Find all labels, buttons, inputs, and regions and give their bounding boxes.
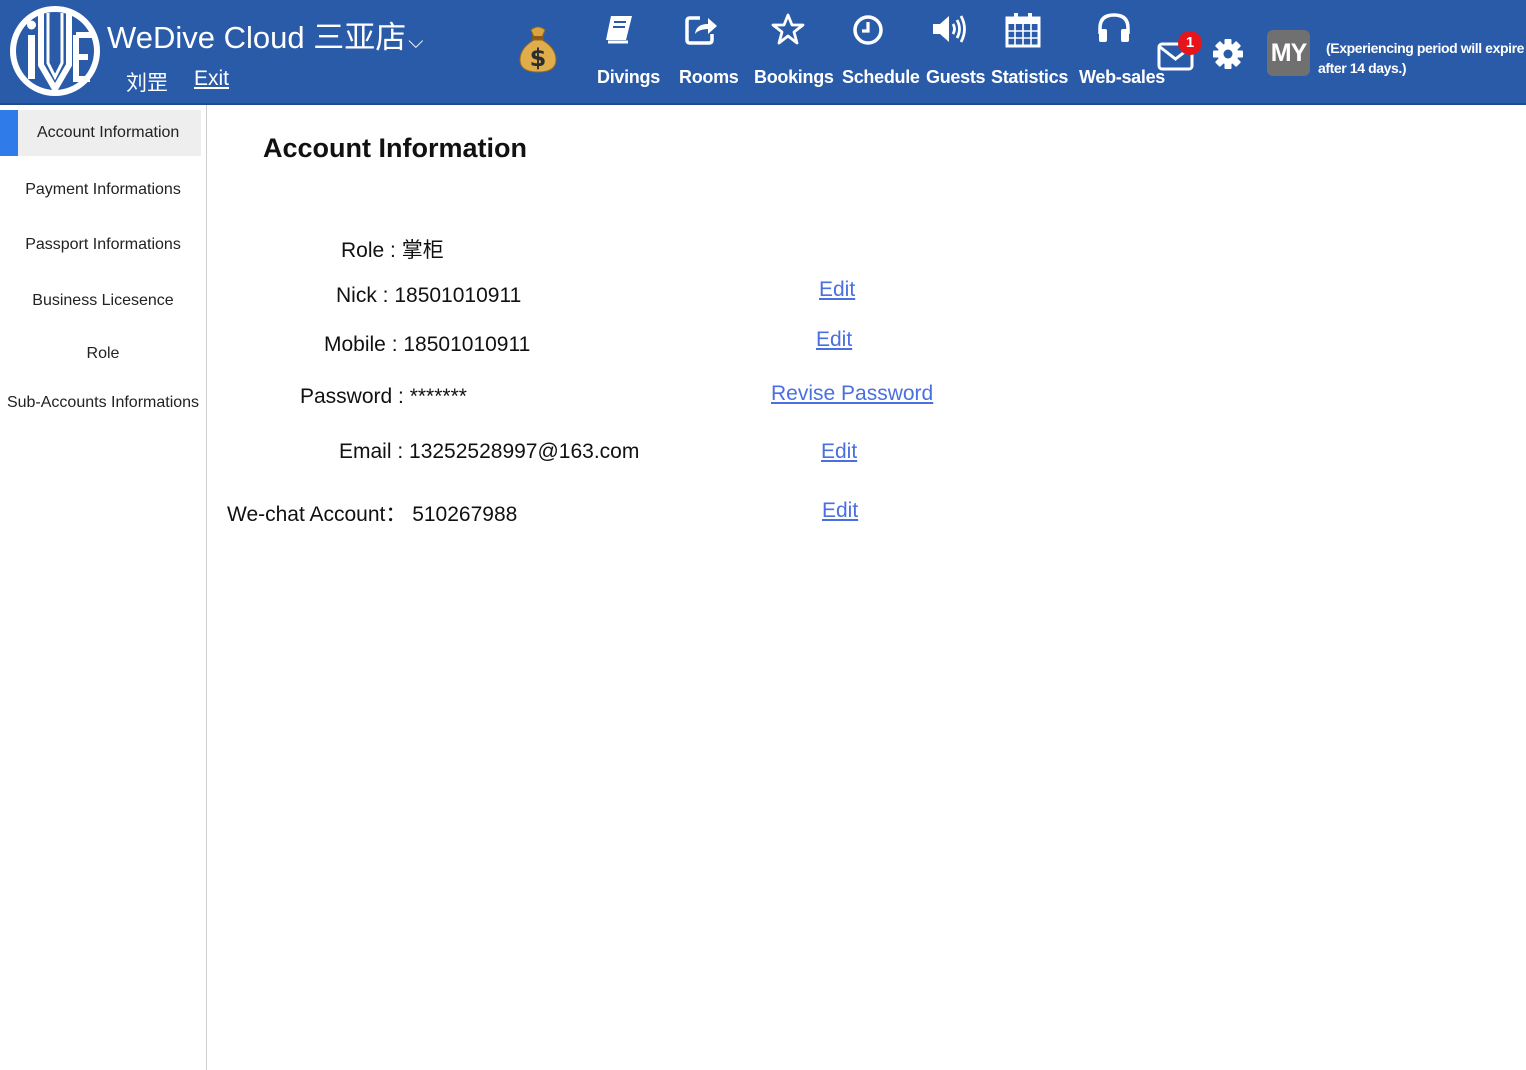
trial-expire-notice: (Experiencing period will expire <box>1326 40 1525 56</box>
sidebar-item-label: Account Information <box>37 124 180 141</box>
header-divider <box>0 103 1526 105</box>
revise-password-link[interactable]: Revise Password <box>771 382 933 406</box>
nav-schedule[interactable]: Schedule <box>841 0 920 105</box>
sidebar-item-label: Business Licesence <box>32 292 174 309</box>
svg-text:$: $ <box>530 44 547 72</box>
brand-name: WeDive Cloud <box>107 20 305 55</box>
role-field: Role : 掌柜 <box>341 239 444 262</box>
exit-link[interactable]: Exit <box>194 67 229 91</box>
sidebar-item-label: Passport Informations <box>25 236 181 253</box>
sidebar-item-sub-accounts-informations[interactable]: Sub-Accounts Informations <box>0 394 206 416</box>
nav-web-sales[interactable]: Web-sales <box>1078 0 1166 105</box>
edit-email-link[interactable]: Edit <box>821 440 857 464</box>
brand-title[interactable]: WeDive Cloud 三亚店 ⌵ <box>107 12 423 57</box>
calendar-icon <box>1005 13 1041 48</box>
edit-nick-link[interactable]: Edit <box>819 278 855 302</box>
nav-label: Web-sales <box>1079 67 1166 87</box>
sidebar-item-label: Payment Informations <box>25 181 181 198</box>
nav-label: Guests <box>926 67 986 87</box>
nav-label: Statistics <box>991 67 1069 87</box>
sidebar-item-business-licesence[interactable]: Business Licesence <box>0 292 206 314</box>
nav-rooms[interactable]: Rooms <box>678 0 740 105</box>
nav-label: Rooms <box>679 67 739 87</box>
sidebar-item-label: Role <box>86 345 120 362</box>
top-header: WeDive Cloud 三亚店 ⌵ 刘罡 Exit $ Divings Room… <box>0 0 1526 105</box>
edit-mobile-link[interactable]: Edit <box>816 328 852 352</box>
email-field: Email : 13252528997@163.com <box>339 440 640 463</box>
star-icon <box>771 13 805 45</box>
nav-label: Divings <box>597 67 660 87</box>
mobile-field: Mobile : 18501010911 <box>324 333 531 356</box>
edit-wechat-link[interactable]: Edit <box>822 499 858 523</box>
sidebar-item-account-information[interactable]: Account Information <box>0 110 201 156</box>
sidebar-item-passport-informations[interactable]: Passport Informations <box>0 236 206 258</box>
nav-guests[interactable]: Guests <box>925 0 987 105</box>
sidebar-item-role[interactable]: Role <box>0 345 206 367</box>
headphones-icon <box>1098 13 1130 42</box>
password-field: Password : ******* <box>300 385 467 408</box>
nav-label: Bookings <box>754 67 834 87</box>
nav-divings[interactable]: Divings <box>596 0 660 105</box>
nav-statistics[interactable]: Statistics <box>990 0 1070 105</box>
notification-badge: 1 <box>1178 31 1202 55</box>
store-name[interactable]: 三亚店 <box>313 20 406 55</box>
book-icon <box>606 16 632 44</box>
page-title: Account Information <box>263 133 527 163</box>
sidebar: Account Information Payment Informations… <box>0 105 207 1070</box>
sidebar-item-payment-informations[interactable]: Payment Informations <box>0 181 206 203</box>
nav-bookings[interactable]: Bookings <box>754 0 834 105</box>
sidebar-item-label: Sub-Accounts Informations <box>6 394 200 411</box>
active-indicator <box>0 110 18 156</box>
money-bag-icon[interactable]: $ <box>516 22 560 74</box>
volume-icon <box>933 15 966 43</box>
share-icon <box>685 16 717 45</box>
clock-icon <box>853 15 883 45</box>
wedive-logo[interactable] <box>8 5 103 97</box>
wechat-account-field: We-chat Account： 510267988 <box>227 503 518 526</box>
nick-field: Nick : 18501010911 <box>336 284 522 307</box>
user-name: 刘罡 <box>126 72 168 95</box>
nav-label: Schedule <box>842 67 920 87</box>
trial-expire-notice-line2: after 14 days.) <box>1318 60 1407 76</box>
chevron-down-icon[interactable]: ⌵ <box>408 31 423 53</box>
gear-icon[interactable] <box>1212 38 1244 70</box>
avatar[interactable]: MY <box>1267 30 1310 76</box>
